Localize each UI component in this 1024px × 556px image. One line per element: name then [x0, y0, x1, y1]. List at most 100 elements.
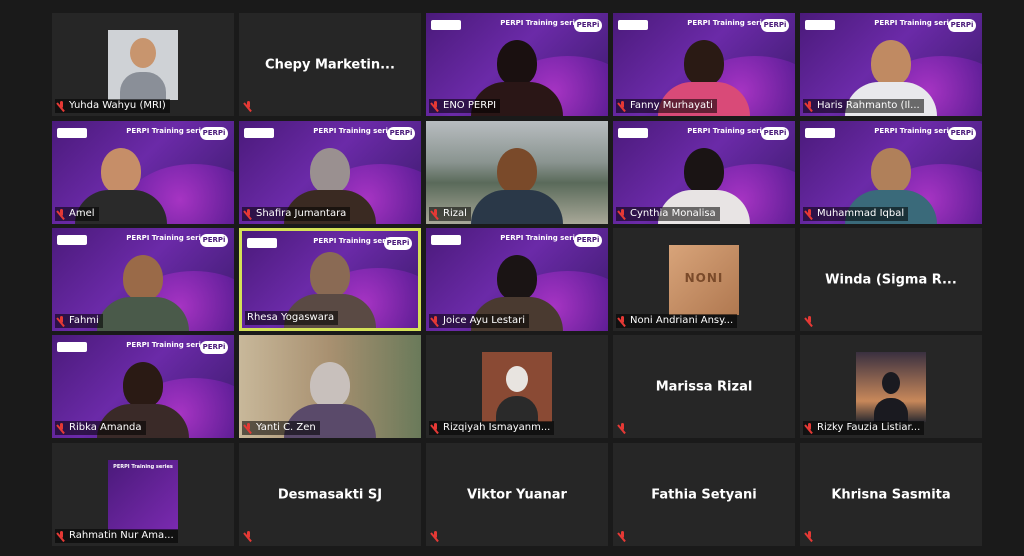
participant-tile[interactable]: Desmasakti SJ — [239, 443, 421, 546]
mic-muted-icon — [618, 100, 627, 112]
participant-photo: PERPI Training series — [108, 459, 178, 530]
participant-tile-active-speaker[interactable]: PERPI Training series PERPi Rhesa Yogasw… — [239, 228, 421, 331]
participant-name: Viktor Yuanar — [467, 487, 567, 502]
series-title: PERPI Training series — [687, 127, 771, 135]
participant-name-label: Shafira Jumantara — [242, 207, 351, 221]
participant-name: Marissa Rizal — [655, 379, 753, 394]
mic-muted-icon — [57, 315, 66, 327]
mic-muted-icon — [244, 101, 253, 112]
video-gallery: Yuhda Wahyu (MRI) Chepy Marketin... PERP… — [52, 13, 982, 547]
participant-name-label: Rizqiyah Ismayanm... — [429, 421, 555, 435]
participant-name-label: Noni Andriani Ansy... — [616, 314, 738, 328]
mic-muted-icon — [244, 531, 253, 542]
participant-name-label: Haris Rahmanto (Il... — [803, 99, 924, 113]
series-title: PERPI Training series — [874, 127, 958, 135]
participant-tile[interactable]: Fathia Setyani — [613, 443, 795, 546]
participant-tile[interactable]: Rizqiyah Ismayanm... — [426, 335, 608, 438]
perpi-logo: PERPi — [574, 19, 602, 32]
participant-tile[interactable]: PERPI Training series PERPi Amel — [52, 121, 234, 224]
participant-tile[interactable]: Viktor Yuanar — [426, 443, 608, 546]
series-title: PERPI Training series — [313, 127, 397, 135]
perpi-logo: PERPi — [761, 127, 789, 140]
mic-muted-icon — [618, 315, 627, 327]
participant-name-label: Rahmatin Nur Ama... — [55, 529, 178, 543]
participant-tile[interactable]: Khrisna Sasmita — [800, 443, 982, 546]
participant-photo: NONI — [669, 244, 739, 315]
perpi-logo: PERPi — [948, 127, 976, 140]
perpi-logo: PERPi — [200, 234, 228, 247]
participant-tile[interactable]: PERPI Training series PERPi Fahmi — [52, 228, 234, 331]
participant-name-label: Yanti C. Zen — [242, 421, 320, 435]
series-title: PERPI Training series — [126, 234, 210, 242]
participant-tile[interactable]: Chepy Marketin... — [239, 13, 421, 116]
series-title: PERPI Training series — [126, 341, 210, 349]
participant-name-label: Amel — [55, 207, 99, 221]
participant-tile[interactable]: Yuhda Wahyu (MRI) — [52, 13, 234, 116]
mic-muted-icon — [57, 530, 66, 542]
participant-name: Fathia Setyani — [651, 487, 757, 502]
participant-tile[interactable]: Marissa Rizal — [613, 335, 795, 438]
mic-muted-icon — [431, 100, 440, 112]
participant-tile[interactable]: Winda (Sigma R... — [800, 228, 982, 331]
participant-tile[interactable]: PERPI Training series PERPi Joice Ayu Le… — [426, 228, 608, 331]
mic-muted-icon — [805, 531, 814, 542]
participant-tile[interactable]: PERPI Training series PERPi Cynthia Mona… — [613, 121, 795, 224]
series-title: PERPI Training series — [500, 234, 584, 242]
participant-name-label: Rizky Fauzia Listiar... — [803, 421, 925, 435]
mic-muted-icon — [57, 422, 66, 434]
participant-name-label: Fanny Murhayati — [616, 99, 717, 113]
logo — [57, 128, 87, 138]
participant-tile[interactable]: PERPI Training series PERPi ENO PERPI — [426, 13, 608, 116]
mic-muted-icon — [431, 315, 440, 327]
participant-name-label: Rizal — [429, 207, 471, 221]
series-title: PERPI Training series — [126, 127, 210, 135]
logo — [431, 235, 461, 245]
participant-video — [471, 148, 563, 224]
logo — [57, 235, 87, 245]
perpi-logo: PERPi — [200, 127, 228, 140]
participant-tile[interactable]: NONI Noni Andriani Ansy... — [613, 228, 795, 331]
perpi-logo: PERPi — [200, 341, 228, 354]
participant-tile[interactable]: PERPI Training series PERPi Ribka Amanda — [52, 335, 234, 438]
participant-tile[interactable]: PERPI Training series PERPi Shafira Juma… — [239, 121, 421, 224]
mic-muted-icon — [805, 422, 814, 434]
logo — [247, 238, 277, 248]
mic-muted-icon — [57, 208, 66, 220]
mic-muted-icon — [431, 422, 440, 434]
logo — [431, 20, 461, 30]
series-title: PERPI Training series — [874, 19, 958, 27]
participant-name: Chepy Marketin... — [265, 57, 395, 72]
mic-muted-icon — [618, 531, 627, 542]
series-title: PERPI Training series — [687, 19, 771, 27]
participant-name: Winda (Sigma R... — [825, 272, 957, 287]
mic-muted-icon — [805, 316, 814, 327]
perpi-logo: PERPi — [387, 127, 415, 140]
participant-name-label: Fahmi — [55, 314, 103, 328]
logo — [805, 128, 835, 138]
participant-video — [97, 255, 189, 331]
mic-muted-icon — [431, 531, 440, 542]
logo — [244, 128, 274, 138]
perpi-logo: PERPi — [384, 237, 412, 250]
participant-tile[interactable]: PERPI Training series PERPi Haris Rahman… — [800, 13, 982, 116]
series-title: PERPI Training series — [500, 19, 584, 27]
participant-name-label: Joice Ayu Lestari — [429, 314, 529, 328]
participant-tile[interactable]: PERPI Training series PERPi Muhammad Iqb… — [800, 121, 982, 224]
participant-tile[interactable]: Rizal — [426, 121, 608, 224]
participant-tile[interactable]: Yanti C. Zen — [239, 335, 421, 438]
participant-photo — [108, 29, 178, 100]
participant-name-label: Ribka Amanda — [55, 421, 146, 435]
mic-muted-icon — [431, 208, 440, 220]
participant-tile[interactable]: PERPI Training series PERPi Fanny Murhay… — [613, 13, 795, 116]
mic-muted-icon — [805, 208, 814, 220]
participant-photo — [856, 351, 926, 422]
participant-tile[interactable]: PERPI Training series Rahmatin Nur Ama..… — [52, 443, 234, 546]
perpi-logo: PERPi — [948, 19, 976, 32]
photo-text: NONI — [684, 270, 724, 285]
mic-muted-icon — [244, 422, 253, 434]
participant-tile[interactable]: Rizky Fauzia Listiar... — [800, 335, 982, 438]
participant-photo — [482, 351, 552, 422]
participant-name: Desmasakti SJ — [277, 487, 383, 502]
mic-muted-icon — [57, 100, 66, 112]
participant-name-label: Muhammad Iqbal — [803, 207, 909, 221]
